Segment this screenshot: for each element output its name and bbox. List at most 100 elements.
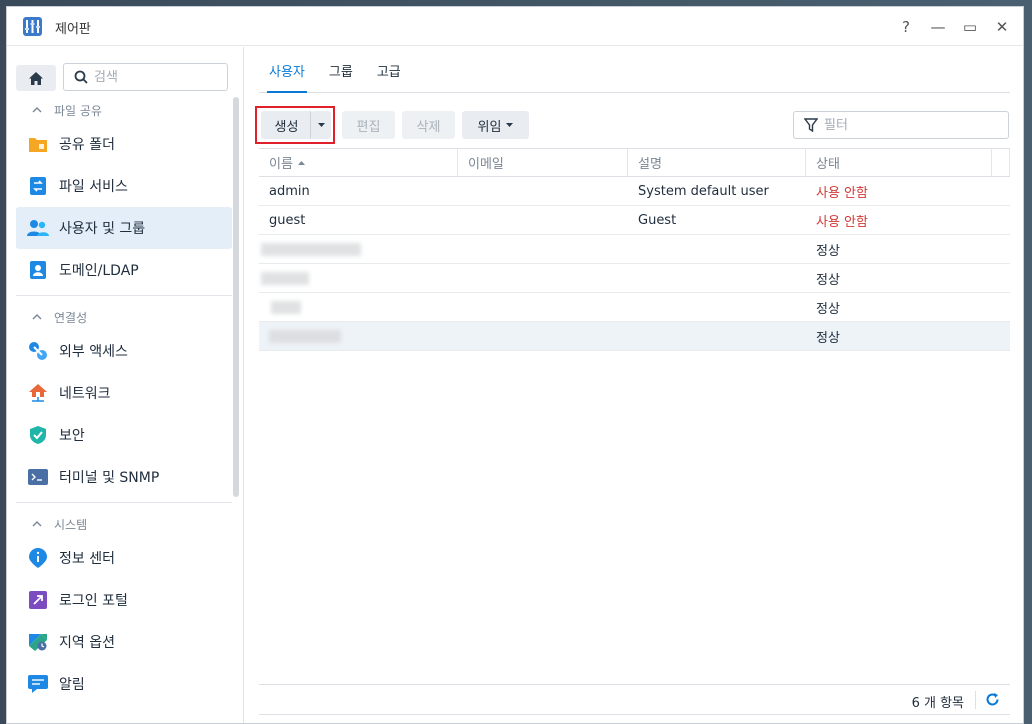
item-count: 6 개 항목: [911, 696, 964, 711]
redacted-name-blur: [271, 300, 301, 314]
chevron-up-icon: [32, 314, 42, 320]
sidebar-item-label: 파일 서비스: [59, 179, 128, 195]
sidebar-item-label: 로그인 포털: [59, 593, 128, 609]
sidebar-item-regional-options[interactable]: 지역 옵션: [16, 621, 232, 663]
help-icon: ?: [902, 18, 910, 36]
control-panel-window: 제어판 ? — ▭ ✕ 파일 공유: [6, 6, 1024, 724]
sidebar-item-security[interactable]: 보안: [16, 414, 232, 456]
sidebar-scrollbar[interactable]: [233, 97, 239, 497]
sidebar-item-info-center[interactable]: 정보 센터: [16, 537, 232, 579]
terminal-icon: [27, 466, 49, 488]
table-row[interactable]: 정상: [259, 322, 1010, 351]
delete-button-label: 삭제: [416, 119, 441, 135]
column-header-label: 설명: [638, 157, 662, 172]
title-bar[interactable]: 제어판 ? — ▭ ✕: [7, 7, 1023, 46]
close-icon: ✕: [995, 18, 1009, 36]
sidebar-item-network[interactable]: 네트워크: [16, 372, 232, 414]
filter-input[interactable]: [824, 117, 994, 133]
delete-button[interactable]: 삭제: [402, 111, 455, 139]
minimize-button[interactable]: —: [925, 15, 951, 39]
sidebar-item-notification[interactable]: 알림: [16, 663, 232, 705]
sidebar-item-shared-folder[interactable]: 공유 폴더: [16, 123, 232, 165]
close-button[interactable]: ✕: [989, 15, 1015, 39]
users-icon: [27, 217, 49, 239]
edit-button[interactable]: 편집: [342, 111, 395, 139]
sidebar-search-input[interactable]: [94, 69, 214, 85]
tab-advanced[interactable]: 고급: [367, 61, 411, 92]
table-row[interactable]: 정상: [259, 235, 1010, 264]
delegate-button-label: 위임: [477, 119, 502, 135]
cell-name-redacted: [259, 264, 458, 292]
sidebar-item-label: 공유 폴더: [59, 137, 115, 153]
cell-description: System default user: [638, 183, 769, 199]
sidebar-divider: [16, 502, 232, 503]
cell-description: Guest: [638, 212, 677, 228]
network-icon: [27, 382, 49, 404]
tab-groups[interactable]: 그룹: [319, 61, 363, 92]
sidebar-item-domain-ldap[interactable]: 도메인/LDAP: [16, 249, 232, 291]
tab-users[interactable]: 사용자: [259, 61, 315, 93]
sidebar-item-login-portal[interactable]: 로그인 포털: [16, 579, 232, 621]
sidebar-search[interactable]: [63, 63, 228, 91]
sidebar-item-label: 사용자 및 그룹: [59, 221, 146, 237]
table-row[interactable]: admin System default user 사용 안함: [259, 177, 1010, 206]
minimize-icon: —: [930, 18, 946, 36]
sort-ascending-icon: [297, 160, 305, 165]
help-button[interactable]: ?: [893, 15, 919, 39]
sidebar-item-label: 지역 옵션: [59, 635, 115, 651]
create-button-highlight: [255, 106, 335, 144]
maximize-icon: ▭: [962, 18, 978, 36]
chevron-up-icon: [32, 521, 42, 527]
sidebar-item-users-groups[interactable]: 사용자 및 그룹: [16, 207, 232, 249]
cell-description: [628, 293, 806, 321]
notification-icon: [27, 673, 49, 695]
cell-status: 사용 안함: [816, 185, 868, 201]
table-row[interactable]: 정상: [259, 264, 1010, 293]
login-portal-icon: [27, 589, 49, 611]
cell-status: 정상: [816, 330, 840, 346]
column-header-label: 상태: [816, 157, 840, 172]
redacted-name-blur: [269, 329, 341, 343]
home-button[interactable]: [16, 65, 56, 91]
sidebar-item-label: 보안: [59, 428, 85, 444]
info-icon: [27, 547, 49, 569]
file-services-icon: [27, 175, 49, 197]
section-header-system[interactable]: 시스템: [16, 511, 232, 537]
refresh-icon[interactable]: [985, 692, 1000, 707]
column-header-description[interactable]: 설명: [628, 149, 806, 176]
caret-down-icon: [506, 123, 514, 127]
window-controls: ? — ▭ ✕: [893, 15, 1015, 39]
column-header-spacer: [992, 149, 1010, 176]
footer-separator: [975, 691, 976, 709]
window-title: 제어판: [55, 22, 91, 37]
sidebar-item-label: 도메인/LDAP: [59, 263, 139, 279]
sidebar-divider: [16, 295, 232, 296]
table-header: 이름 이메일 설명 상태: [259, 148, 1010, 177]
control-panel-app-icon: [23, 17, 42, 36]
column-header-status[interactable]: 상태: [806, 149, 992, 176]
cell-status: 정상: [816, 272, 840, 288]
delegate-button[interactable]: 위임: [462, 111, 529, 139]
table-row[interactable]: guest Guest 사용 안함: [259, 206, 1010, 235]
filter-box[interactable]: [793, 111, 1009, 139]
sidebar-item-label: 외부 액세스: [59, 344, 128, 360]
domain-icon: [27, 259, 49, 281]
external-access-icon: [27, 340, 49, 362]
cell-email: [458, 293, 628, 321]
section-title: 시스템: [54, 517, 88, 532]
sidebar-item-external-access[interactable]: 외부 액세스: [16, 330, 232, 372]
sidebar-nav: 파일 공유 공유 폴더 파일 서비스 사용자 및 그룹 도메인/LDAP 연결성…: [16, 97, 232, 723]
maximize-button[interactable]: ▭: [957, 15, 983, 39]
column-header-email[interactable]: 이메일: [458, 149, 628, 176]
table-row[interactable]: 정상: [259, 293, 1010, 322]
section-header-connectivity[interactable]: 연결성: [16, 304, 232, 330]
column-header-label: 이름: [269, 157, 293, 172]
security-shield-icon: [27, 424, 49, 446]
cell-description: [628, 264, 806, 292]
section-header-file-sharing[interactable]: 파일 공유: [16, 97, 232, 123]
cell-status: 사용 안함: [816, 214, 868, 230]
sidebar-item-file-services[interactable]: 파일 서비스: [16, 165, 232, 207]
sidebar-item-terminal-snmp[interactable]: 터미널 및 SNMP: [16, 456, 232, 498]
column-header-name[interactable]: 이름: [259, 149, 458, 176]
cell-name-redacted: [259, 293, 458, 321]
